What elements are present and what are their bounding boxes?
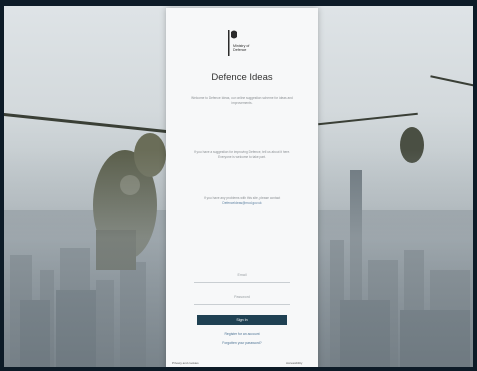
sign-in-button[interactable]: Sign In [197, 315, 287, 325]
register-link[interactable]: Register for an account [166, 332, 318, 336]
forgot-password-link[interactable]: Forgotten your password? [166, 341, 318, 345]
privacy-link[interactable]: Privacy and cookies [172, 361, 199, 365]
email-field[interactable]: Email [194, 270, 290, 283]
page-title: Defence Ideas [211, 72, 273, 83]
password-field[interactable]: Password [194, 292, 290, 305]
intro-paragraph-3: If you have any problems with this site,… [188, 196, 296, 207]
login-card: Ministry of Defence Defence Ideas Welcom… [166, 8, 318, 371]
support-email-link[interactable]: DefenceIdeas@mod.gov.uk [222, 201, 261, 205]
support-text: If you have any problems with this site,… [203, 196, 281, 200]
crest-icon [228, 30, 237, 56]
org-name: Ministry of Defence [233, 44, 250, 53]
intro-paragraph-1: Welcome to Defence Ideas, our online sug… [191, 96, 293, 106]
intro-paragraph-2: If you have a suggestion for improving D… [193, 150, 291, 160]
ministry-crest-logo [226, 28, 260, 58]
accessibility-link[interactable]: Accessibility [286, 361, 302, 365]
